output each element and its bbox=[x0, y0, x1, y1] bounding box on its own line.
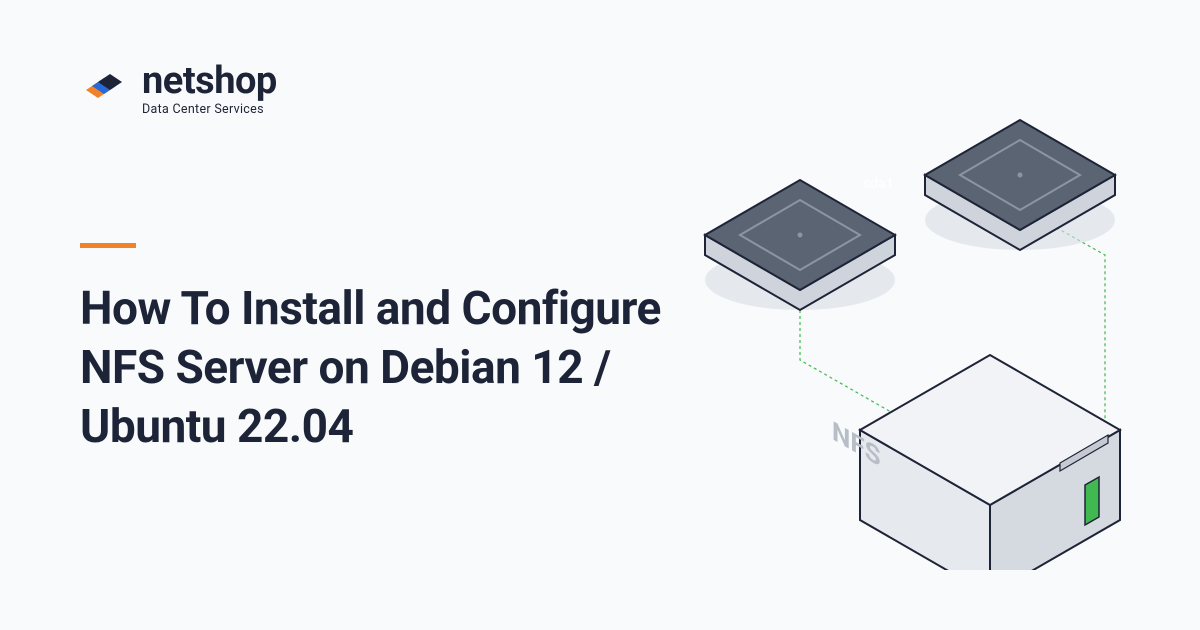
brand-name: netshop bbox=[142, 62, 277, 100]
brand-logo: netshop Data Center Services bbox=[80, 62, 277, 117]
brand-tagline: Data Center Services bbox=[142, 102, 277, 117]
accent-divider bbox=[80, 243, 136, 248]
disk-label: sda1 bbox=[863, 176, 894, 192]
nfs-illustration: sda1 NFS bbox=[625, 110, 1165, 570]
logo-mark-icon bbox=[80, 66, 128, 114]
article-title: How To Install and Configure NFS Server … bbox=[80, 280, 680, 457]
